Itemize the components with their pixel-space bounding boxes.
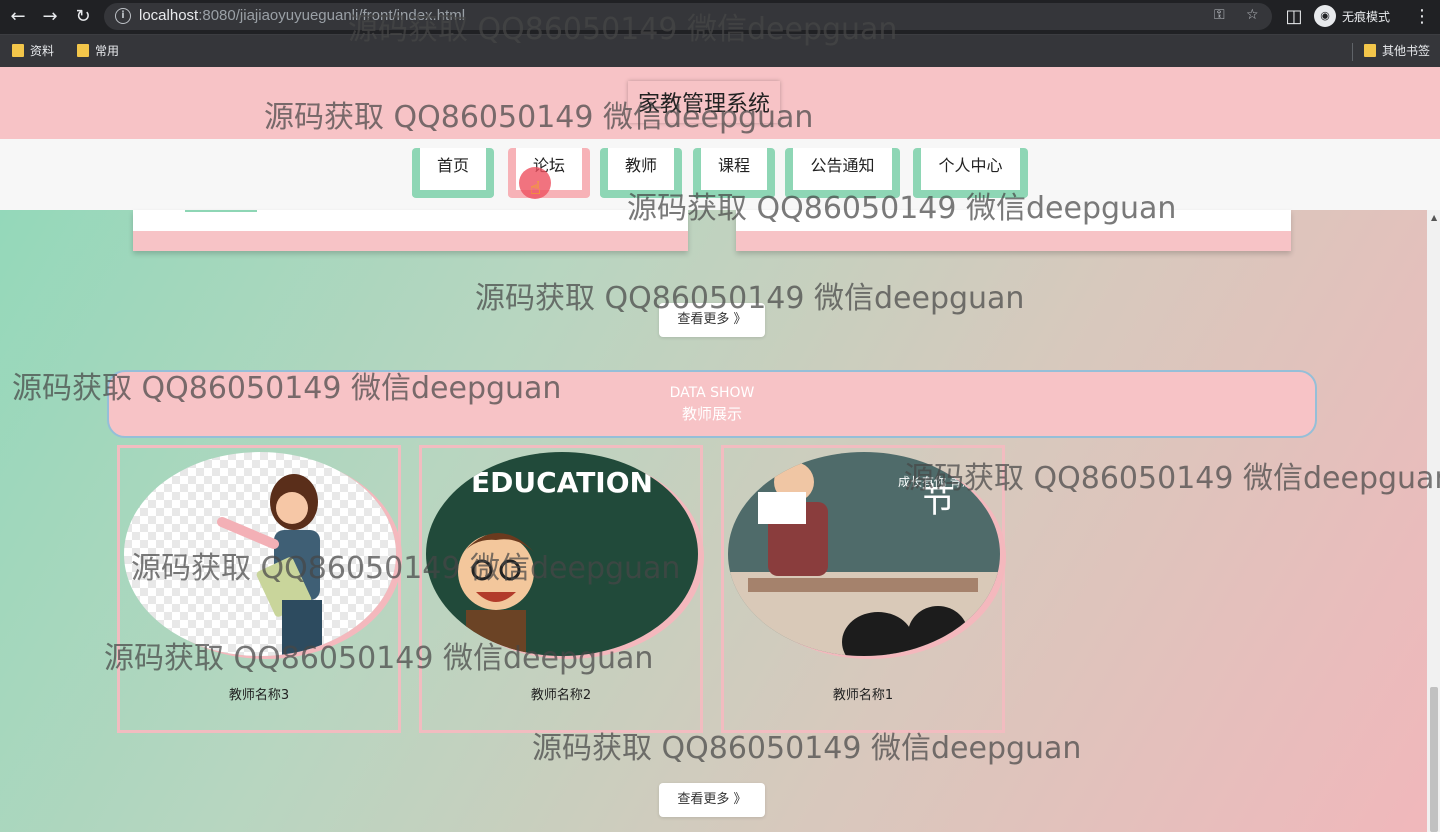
forum-card[interactable]	[736, 210, 1291, 251]
teacher-name: 教师名称1	[832, 688, 894, 703]
forward-icon[interactable]: →	[38, 5, 62, 29]
sidebar-icon[interactable]: ◫	[1282, 5, 1306, 29]
forum-more-button[interactable]: 查看更多 》	[659, 303, 765, 337]
bookmark-folder-2[interactable]: 常用	[77, 42, 119, 59]
scroll-up-icon[interactable]: ▲	[1431, 213, 1437, 222]
bookmark-folder-1[interactable]: 资料	[12, 42, 54, 59]
nav-home[interactable]: 首页	[412, 148, 494, 198]
teacher-card[interactable]: 教师名称3	[117, 445, 401, 733]
teacher-photo[interactable]: EDUCATION	[426, 452, 698, 656]
card-footer	[133, 231, 688, 251]
incognito-icon: ◉	[1314, 5, 1336, 27]
main-nav: 首页 论坛 教师 课程 公告通知 个人中心	[0, 139, 1440, 210]
site-info-icon[interactable]: i	[115, 8, 131, 24]
site-title: 家教管理系统	[628, 81, 781, 123]
bookmarks-bar: 资料 常用 其他书签	[0, 34, 1440, 67]
hand-cursor-icon: ☝	[530, 178, 541, 199]
star-icon[interactable]: ☆	[1246, 7, 1259, 23]
incognito-indicator[interactable]: ◉ 无痕模式	[1314, 5, 1390, 27]
section-title-en: DATA SHOW	[669, 385, 755, 401]
back-icon[interactable]: ←	[6, 5, 30, 29]
nav-notice[interactable]: 公告通知	[785, 148, 900, 198]
browser-toolbar: ← → ↻ i localhost:8080/jiajiaoyuyueguanl…	[0, 0, 1440, 34]
nav-course[interactable]: 课程	[693, 148, 775, 198]
nav-teacher[interactable]: 教师	[600, 148, 682, 198]
card-footer	[736, 231, 1291, 251]
svg-text:成长有你 青葱岁月: 成长有你 青葱岁月	[898, 474, 998, 489]
menu-icon[interactable]: ⋮	[1410, 5, 1434, 29]
scrollbar-thumb[interactable]	[1430, 687, 1438, 832]
teacher-name: 教师名称2	[530, 688, 592, 703]
incognito-label: 无痕模式	[1342, 9, 1391, 24]
bookmark-separator	[1352, 43, 1353, 61]
teacher-photo[interactable]	[124, 452, 396, 656]
teacher-section-header: DATA SHOW 教师展示	[107, 370, 1317, 438]
folder-icon	[77, 44, 89, 57]
teacher-illustration: EDUCATION	[458, 466, 653, 656]
folder-icon	[1364, 44, 1376, 57]
teacher-more-button[interactable]: 查看更多 》	[659, 783, 765, 817]
teacher-illustration: 节 成长有你 青葱岁月	[728, 462, 1000, 656]
teacher-name: 教师名称3	[228, 688, 290, 703]
site-header: 家教管理系统	[0, 67, 1440, 139]
key-icon[interactable]: ⚿	[1214, 7, 1225, 23]
teacher-photo[interactable]: 节 成长有你 青葱岁月	[728, 452, 1000, 656]
address-bar[interactable]: i localhost:8080/jiajiaoyuyueguanli/fron…	[104, 3, 1272, 30]
page-content: 家教管理系统 首页 论坛 教师 课程 公告通知 个人中心 查看更多 》 DATA…	[0, 67, 1440, 832]
forum-card[interactable]	[133, 210, 688, 251]
section-title-cn: 教师展示	[681, 405, 742, 423]
folder-icon	[12, 44, 24, 57]
reload-icon[interactable]: ↻	[71, 5, 95, 29]
card-accent-line	[185, 210, 257, 212]
url-text[interactable]: localhost:8080/jiajiaoyuyueguanli/front/…	[139, 7, 465, 24]
teacher-illustration	[217, 474, 322, 656]
teacher-card[interactable]: EDUCATION 教师名称2	[419, 445, 703, 733]
nav-profile[interactable]: 个人中心	[913, 148, 1028, 198]
svg-text:EDUCATION: EDUCATION	[471, 466, 653, 499]
other-bookmarks[interactable]: 其他书签	[1364, 42, 1430, 59]
teacher-card[interactable]: 节 成长有你 青葱岁月 教师名称1	[721, 445, 1005, 733]
